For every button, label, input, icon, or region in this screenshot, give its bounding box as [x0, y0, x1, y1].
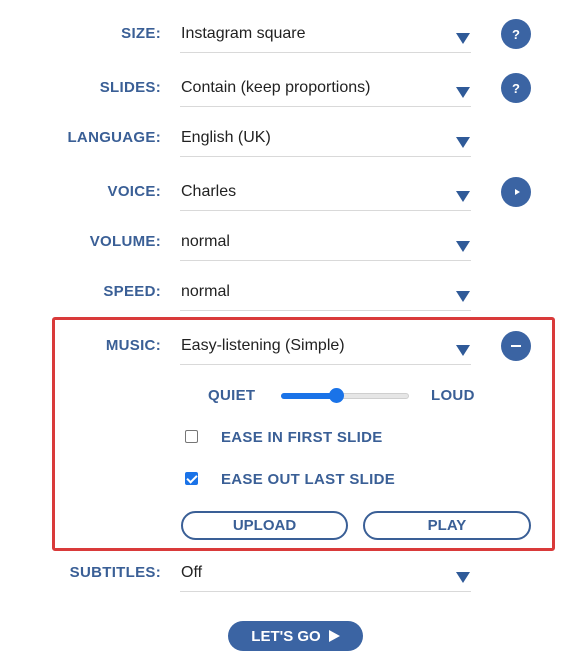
volume-value: normal	[181, 233, 230, 250]
size-value: Instagram square	[181, 25, 306, 42]
quiet-label: QUIET	[208, 387, 256, 404]
dropdown-arrow-icon	[456, 241, 470, 252]
minus-icon	[511, 345, 521, 347]
lets-go-button[interactable]: LET'S GO	[228, 621, 363, 651]
speed-select[interactable]: normal	[180, 276, 471, 311]
size-select[interactable]: Instagram square	[180, 18, 471, 53]
dropdown-arrow-icon	[456, 191, 470, 202]
music-volume-handle[interactable]	[328, 388, 344, 403]
voice-label: VOICE:	[107, 183, 161, 200]
slides-help-icon[interactable]: ?	[501, 73, 531, 103]
dropdown-arrow-icon	[456, 137, 470, 148]
slides-value: Contain (keep proportions)	[181, 79, 371, 96]
language-value: English (UK)	[181, 129, 271, 146]
subtitles-label: SUBTITLES:	[69, 564, 161, 581]
music-volume-fill	[281, 393, 337, 399]
dropdown-arrow-icon	[456, 33, 470, 44]
size-help-icon[interactable]: ?	[501, 19, 531, 49]
upload-button[interactable]: UPLOAD	[181, 511, 348, 540]
ease-out-checkbox[interactable]	[185, 472, 198, 485]
volume-label: VOLUME:	[89, 233, 161, 250]
language-label: LANGUAGE:	[67, 129, 161, 146]
slides-label: SLIDES:	[99, 79, 161, 96]
music-label: MUSIC:	[105, 337, 161, 354]
ease-in-label[interactable]: EASE IN FIRST SLIDE	[221, 429, 383, 446]
subtitles-select[interactable]: Off	[180, 557, 471, 592]
loud-label: LOUD	[431, 387, 475, 404]
play-triangle-icon	[328, 630, 340, 642]
dropdown-arrow-icon	[456, 345, 470, 356]
language-select[interactable]: English (UK)	[180, 122, 471, 157]
music-value: Easy-listening (Simple)	[181, 337, 345, 354]
voice-value: Charles	[181, 183, 237, 200]
help-icon: ?	[512, 80, 520, 96]
dropdown-arrow-icon	[456, 87, 470, 98]
slides-select[interactable]: Contain (keep proportions)	[180, 72, 471, 107]
help-icon: ?	[512, 26, 520, 42]
subtitles-value: Off	[181, 564, 203, 581]
dropdown-arrow-icon	[456, 291, 470, 302]
volume-select[interactable]: normal	[180, 226, 471, 261]
ease-out-label[interactable]: EASE OUT LAST SLIDE	[221, 471, 395, 488]
speed-value: normal	[181, 283, 230, 300]
play-button[interactable]: PLAY	[363, 511, 531, 540]
lets-go-label: LET'S GO	[251, 627, 321, 645]
voice-select[interactable]: Charles	[180, 176, 471, 211]
dropdown-arrow-icon	[456, 572, 470, 583]
voice-play-button[interactable]	[501, 177, 531, 207]
music-select[interactable]: Easy-listening (Simple)	[180, 330, 471, 365]
play-icon	[514, 189, 520, 195]
speed-label: SPEED:	[103, 283, 161, 300]
size-label: SIZE:	[121, 25, 161, 42]
music-collapse-button[interactable]	[501, 331, 531, 361]
ease-in-checkbox[interactable]	[185, 430, 198, 443]
